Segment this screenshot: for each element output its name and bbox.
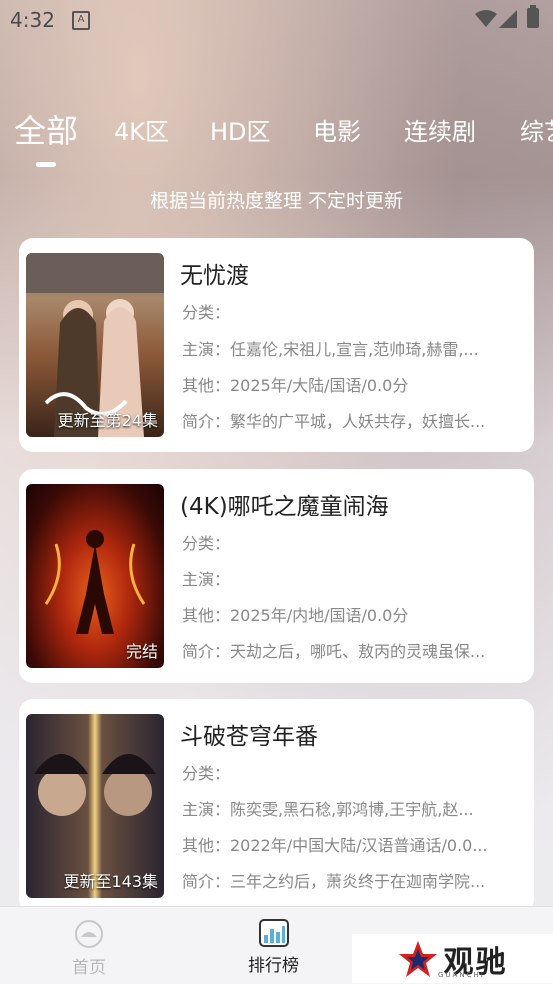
star-logo-icon <box>398 940 437 977</box>
tab-movie[interactable]: 电影 <box>313 112 361 147</box>
home-icon <box>75 920 103 948</box>
notification-icon: A <box>72 11 90 30</box>
card-other: 其他：2025年/大陆/国语/0.0分 <box>182 376 409 395</box>
card-title: 无忧渡 <box>180 263 249 289</box>
tab-series[interactable]: 连续剧 <box>404 112 476 147</box>
card-intro: 简介：天劫之后，哪吒、敖丙的灵魂虽保... <box>182 642 486 661</box>
tab-hd[interactable]: HD区 <box>210 112 271 147</box>
signal-icon <box>499 10 517 28</box>
card-cast: 主演： <box>182 570 231 589</box>
card-title: 斗破苍穹年番 <box>180 724 318 750</box>
card-title: (4K)哪吒之魔童闹海 <box>180 494 389 520</box>
watermark-subtext: GUANCHI <box>438 971 485 979</box>
poster-image: 更新至143集 <box>26 714 164 898</box>
nav-ranking-label: 排行榜 <box>248 956 299 976</box>
card-other: 其他：2022年/中国大陆/汉语普通话/0.0... <box>182 836 488 855</box>
nav-ranking[interactable]: 排行榜 <box>248 919 299 976</box>
card-intro: 简介：繁华的广平城，人妖共存，妖擅长... <box>182 412 486 431</box>
card-cast: 主演：陈奕雯,黑石稔,郭鸿博,王宇航,赵... <box>182 800 474 819</box>
poster-image: 完结 <box>26 484 164 668</box>
ranking-subtitle: 根据当前热度整理 不定时更新 <box>149 190 404 212</box>
card-cast: 主演：任嘉伦,宋祖儿,宣言,范帅琦,赫雷,... <box>182 340 479 359</box>
tab-4k[interactable]: 4K区 <box>114 112 169 147</box>
list-item[interactable]: 完结 (4K)哪吒之魔童闹海 分类： 主演： 其他：2025年/内地/国语/0.… <box>19 469 534 683</box>
category-tabs: 全部 4K区 HD区 电影 连续剧 综艺 <box>0 112 553 172</box>
card-other: 其他：2025年/内地/国语/0.0分 <box>182 606 409 625</box>
chart-icon <box>258 919 289 947</box>
list-item[interactable]: 更新至第24集 无忧渡 分类： 主演：任嘉伦,宋祖儿,宣言,范帅琦,赫雷,...… <box>19 238 534 452</box>
nav-home[interactable]: 首页 <box>72 919 106 978</box>
tab-all[interactable]: 全部 <box>14 106 78 152</box>
status-time: 4:32 <box>10 8 55 32</box>
list-item[interactable]: 更新至143集 斗破苍穹年番 分类： 主演：陈奕雯,黑石稔,郭鸿博,王宇航,赵.… <box>19 699 534 913</box>
card-category: 分类： <box>182 534 231 553</box>
card-intro: 简介：三年之约后，萧炎终于在迦南学院... <box>182 872 486 891</box>
episode-badge: 更新至143集 <box>63 872 158 891</box>
episode-badge: 更新至第24集 <box>57 411 158 430</box>
poster-image: 更新至第24集 <box>26 253 164 437</box>
wifi-icon <box>475 10 497 27</box>
tab-variety[interactable]: 综艺 <box>520 112 553 147</box>
watermark-logo: 观驰 GUANCHI <box>352 934 553 983</box>
status-bar: 4:32 A <box>0 0 553 38</box>
battery-icon <box>527 5 539 28</box>
nav-home-label: 首页 <box>72 958 106 978</box>
card-category: 分类： <box>182 764 231 783</box>
tab-indicator <box>36 162 56 167</box>
status-badge: 完结 <box>125 642 158 661</box>
card-category: 分类： <box>182 303 231 322</box>
